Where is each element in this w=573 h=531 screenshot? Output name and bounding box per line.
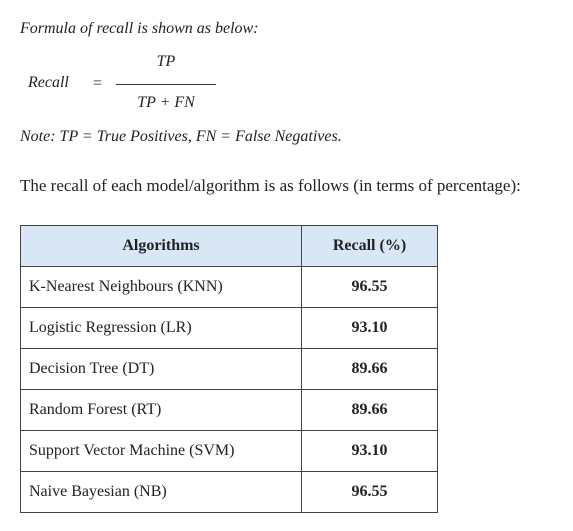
recall-formula: Recall = TP TP + FN [0,52,573,116]
header-algorithms: Algorithms [20,225,302,267]
recall-table: Algorithms Recall (%) K-Nearest Neighbou… [20,225,438,513]
formula-lhs: Recall [28,74,69,91]
algorithm-cell: Decision Tree (DT) [20,348,302,390]
description-paragraph: The recall of each model/algorithm is as… [20,176,521,195]
formula-equals: = [93,75,103,92]
header-recall: Recall (%) [301,225,438,267]
recall-cell: 93.10 [301,430,438,472]
algorithm-cell: Naive Bayesian (NB) [20,471,302,513]
table-header-row: Algorithms Recall (%) [20,225,438,267]
algorithm-cell: Support Vector Machine (SVM) [20,430,302,472]
table-row: Decision Tree (DT) 89.66 [20,348,438,390]
recall-cell: 93.10 [301,307,438,349]
table-row: Random Forest (RT) 89.66 [20,389,438,431]
recall-cell: 96.55 [301,471,438,513]
table-row: Naive Bayesian (NB) 96.55 [20,471,438,513]
note-text: Note: TP = True Positives, FN = False Ne… [20,128,342,145]
algorithm-cell: K-Nearest Neighbours (KNN) [20,266,302,308]
table-row: Support Vector Machine (SVM) 93.10 [20,430,438,472]
formula-numerator: TP [156,53,176,70]
algorithm-cell: Random Forest (RT) [20,389,302,431]
table-row: K-Nearest Neighbours (KNN) 96.55 [20,266,438,308]
recall-cell: 96.55 [301,266,438,308]
fraction-bar [116,84,216,85]
formula-denominator: TP + FN [137,94,195,111]
algorithm-cell: Logistic Regression (LR) [20,307,302,349]
recall-cell: 89.66 [301,348,438,390]
recall-cell: 89.66 [301,389,438,431]
table-row: Logistic Regression (LR) 93.10 [20,307,438,349]
intro-text: Formula of recall is shown as below: [20,20,259,37]
